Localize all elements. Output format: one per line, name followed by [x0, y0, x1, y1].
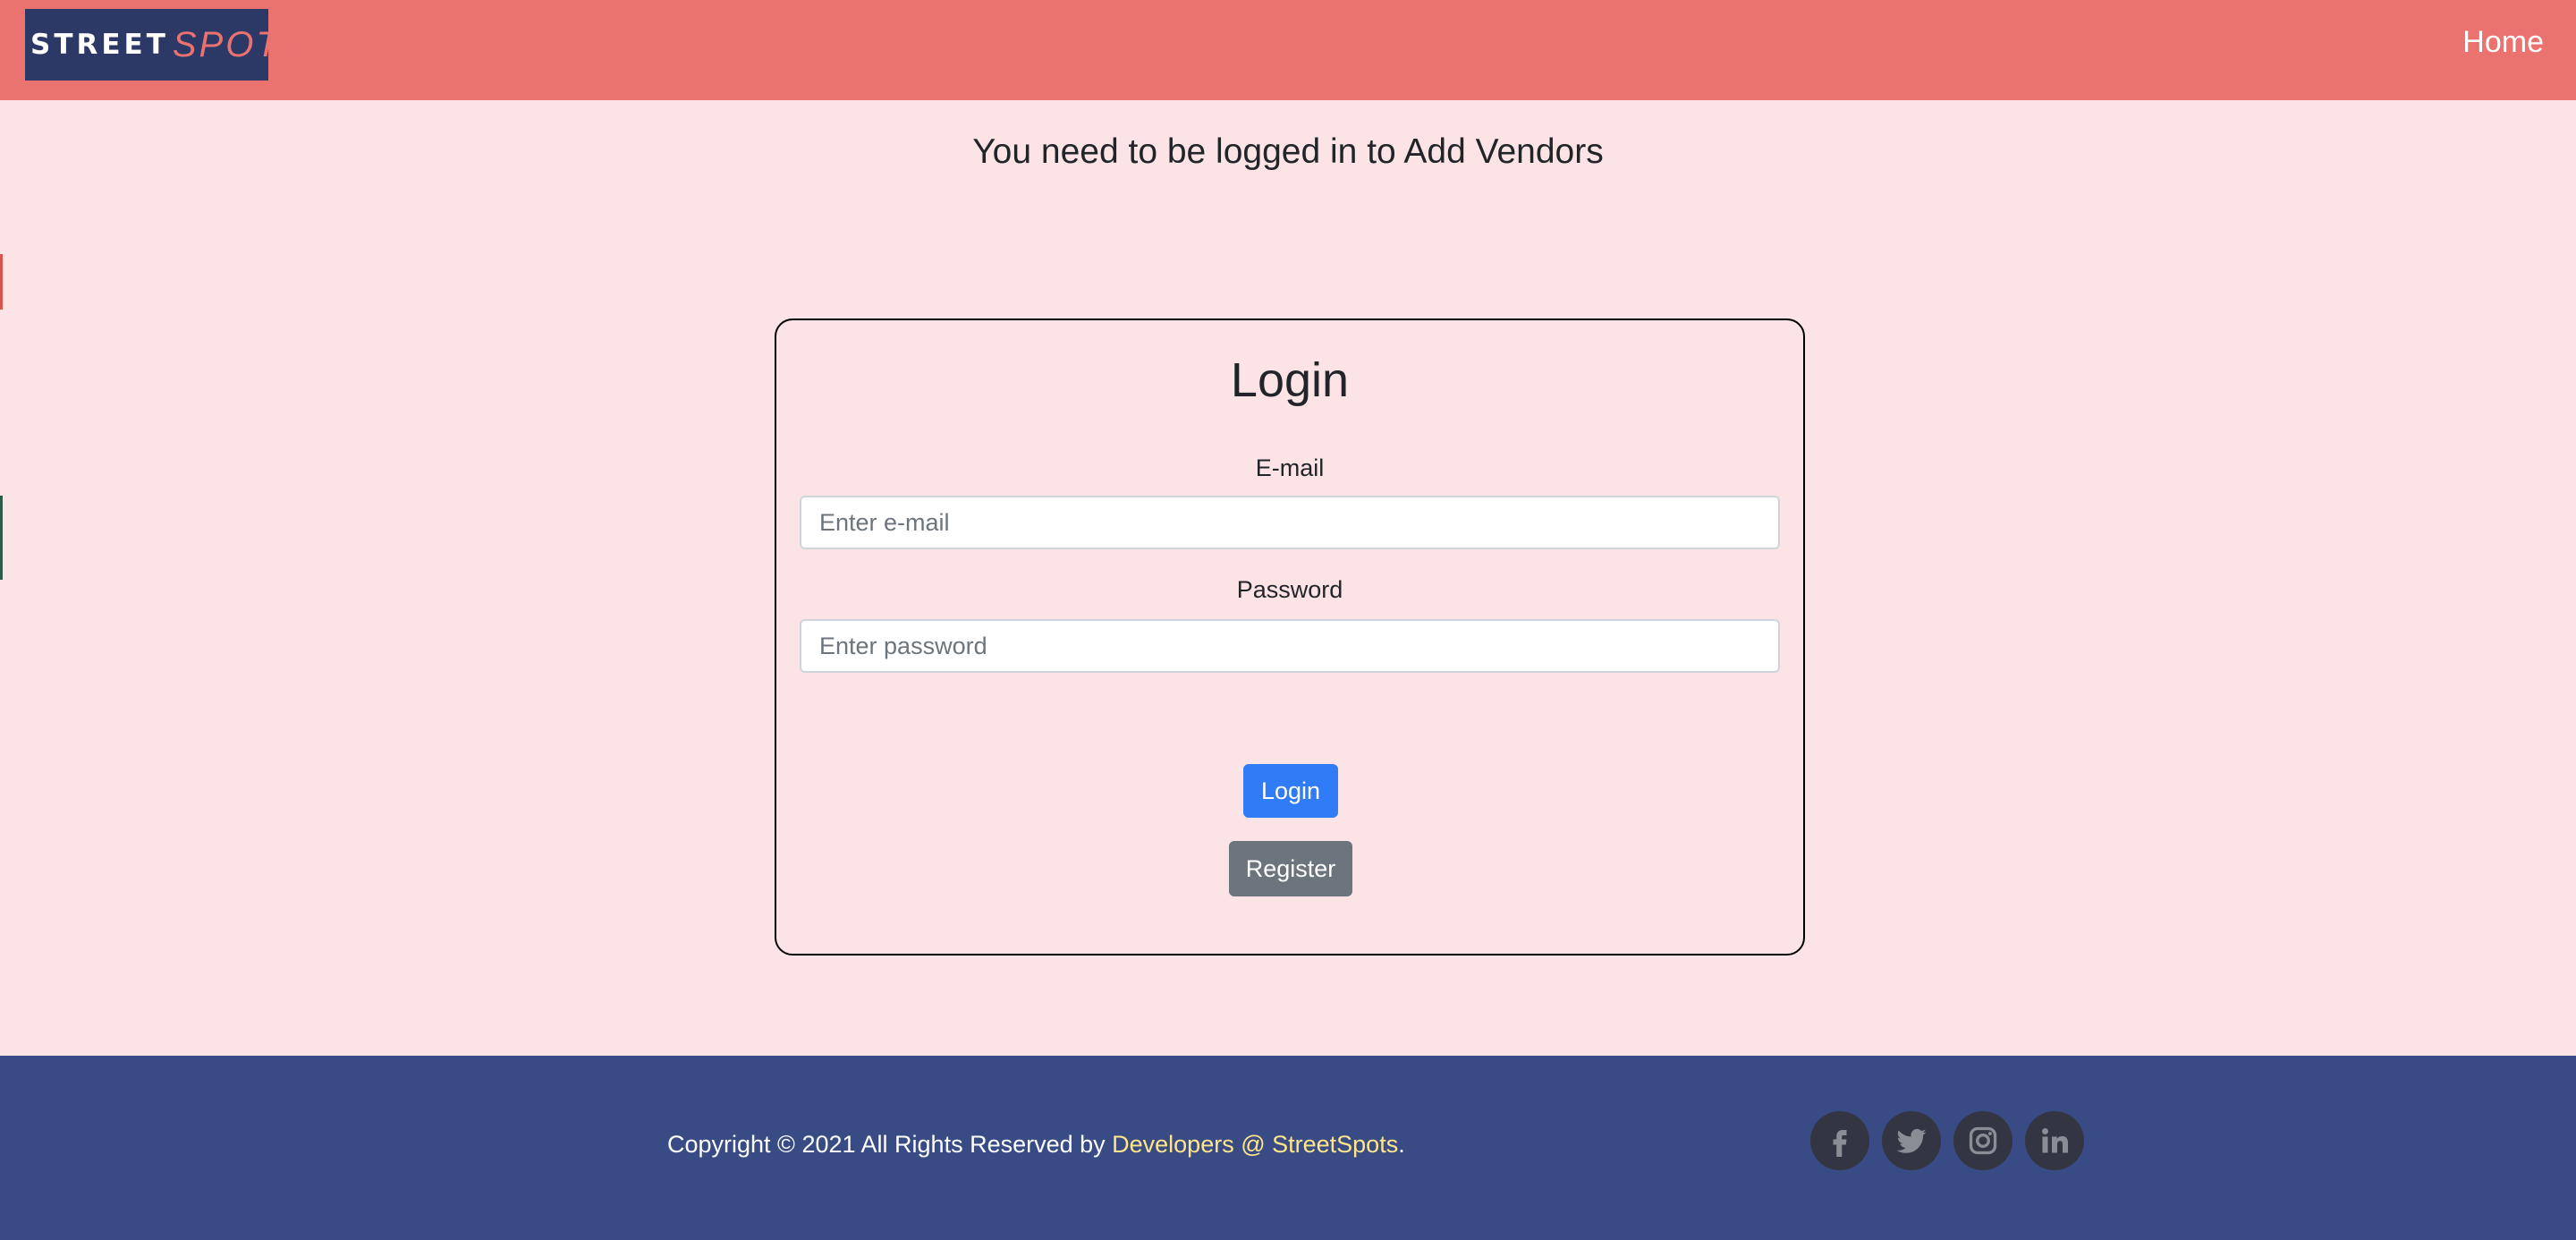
login-title: Login	[1230, 353, 1350, 407]
twitter-icon[interactable]	[1882, 1111, 1941, 1170]
home-link[interactable]: Home	[2462, 25, 2544, 60]
edge-accent-green	[0, 496, 3, 580]
login-card: Login E-mail Password Login Register	[775, 318, 1805, 955]
login-button[interactable]: Login	[1243, 764, 1338, 818]
logo-street-text: STREET	[30, 29, 169, 61]
logo-spots-text: SPOTS	[172, 24, 308, 64]
linkedin-icon[interactable]	[2025, 1111, 2084, 1170]
developers-link[interactable]: Developers @ StreetSpots	[1112, 1131, 1398, 1158]
password-field[interactable]	[800, 619, 1780, 673]
top-navbar: STREET SPOTS Home	[0, 0, 2576, 100]
streetspots-logo[interactable]: STREET SPOTS	[25, 9, 304, 81]
instagram-icon[interactable]	[1953, 1111, 2012, 1170]
copyright-prefix: Copyright © 2021 All Rights Reserved by	[667, 1131, 1113, 1158]
email-label: E-mail	[1255, 454, 1325, 481]
email-field[interactable]	[800, 496, 1780, 549]
edge-accent-red	[0, 254, 3, 310]
facebook-icon[interactable]	[1810, 1111, 1869, 1170]
copyright-suffix: .	[1398, 1131, 1405, 1158]
register-button[interactable]: Register	[1229, 841, 1352, 896]
password-label: Password	[1236, 576, 1343, 603]
copyright-text: Copyright © 2021 All Rights Reserved by …	[667, 1131, 1405, 1159]
footer: Copyright © 2021 All Rights Reserved by …	[0, 1056, 2576, 1240]
login-required-notice: You need to be logged in to Add Vendors	[972, 132, 1604, 171]
